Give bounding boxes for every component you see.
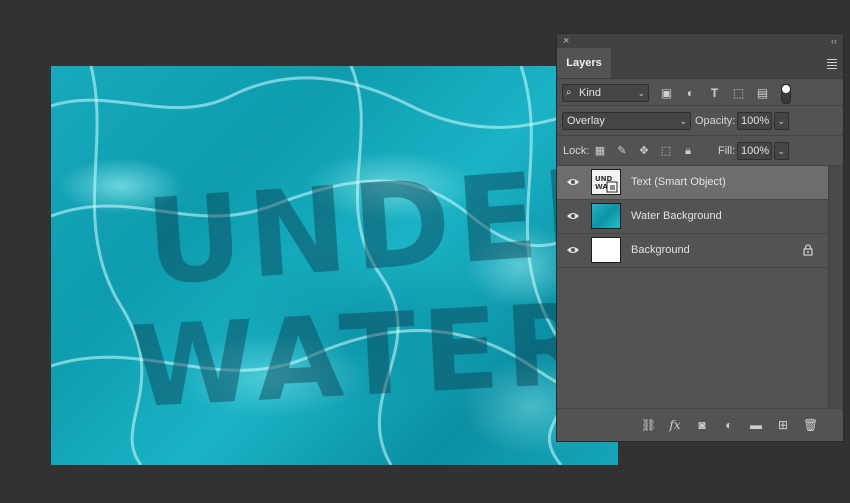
lock-row: Lock: ▦ ✎ ✥ ⬚ 🔒︎ Fill: 100% ⌄	[557, 136, 843, 166]
blend-mode-select[interactable]: Overlay ⌄	[562, 112, 691, 130]
panel-menu-icon[interactable]	[827, 57, 837, 71]
layers-list: UND WA Text (Smart Object) Water Backgrou…	[557, 166, 829, 268]
layer-row[interactable]: UND WA Text (Smart Object)	[557, 166, 829, 200]
opacity-label: Opacity:	[695, 115, 736, 127]
group-folder-icon[interactable]: ▬	[749, 418, 763, 432]
layer-name: Water Background	[631, 210, 722, 222]
opacity-dropdown[interactable]: ⌄	[774, 112, 789, 130]
panel-footer: ⛓︎ fx ◙ ◐ ▬ ⊞ 🗑︎	[557, 408, 843, 441]
filter-toggle-icon[interactable]	[781, 84, 791, 104]
fill-value: 100%	[741, 145, 770, 157]
lock-position-icon[interactable]: ✥	[637, 144, 651, 158]
fill-label: Fill:	[718, 145, 736, 157]
fill-dropdown[interactable]: ⌄	[774, 142, 789, 160]
close-icon[interactable]: ×	[563, 34, 569, 48]
chevron-down-icon: ⌄	[679, 116, 687, 126]
image-filter-icon[interactable]: ▣	[659, 87, 674, 100]
adjustment-filter-icon[interactable]: ◐	[683, 87, 698, 100]
layer-name: Text (Smart Object)	[631, 176, 726, 188]
canvas-text-water: WATER	[129, 279, 601, 433]
svg-text:WA: WA	[595, 183, 608, 191]
chevron-down-icon: ⌄	[637, 88, 645, 98]
filter-kind-select[interactable]: ⌕ Kind ⌄	[562, 84, 649, 102]
panel-tabbar: Layers	[557, 48, 843, 79]
fill-input[interactable]: 100%	[737, 142, 772, 160]
document-canvas[interactable]: UNDER WATER	[51, 66, 618, 465]
type-filter-icon[interactable]: T	[707, 87, 722, 100]
layer-row[interactable]: Background	[557, 234, 829, 268]
filter-row: ⌕ Kind ⌄ ▣ ◐ T ⬚ ▤	[557, 78, 843, 106]
new-layer-icon[interactable]: ⊞	[776, 418, 790, 432]
opacity-input[interactable]: 100%	[737, 112, 772, 130]
canvas-artwork: UNDER WATER	[51, 66, 618, 465]
trash-icon[interactable]: 🗑︎	[803, 418, 818, 432]
tab-layers[interactable]: Layers	[557, 48, 611, 78]
smart-object-filter-icon[interactable]: ▤	[755, 87, 770, 100]
layers-panel: × ‹‹ Layers ⌕ Kind ⌄ ▣ ◐ T ⬚ ▤ Overlay ⌄…	[556, 33, 844, 442]
fx-icon[interactable]: fx	[668, 418, 682, 432]
filter-kind-value: Kind	[579, 87, 602, 99]
background-thumbnail	[591, 237, 621, 263]
blend-mode-value: Overlay	[567, 115, 605, 127]
layer-name: Background	[631, 244, 690, 256]
eye-icon[interactable]	[566, 211, 580, 221]
collapse-icon[interactable]: ‹‹	[831, 34, 837, 48]
eye-icon[interactable]	[566, 245, 580, 255]
lock-artboard-icon[interactable]: ⬚	[659, 144, 673, 158]
opacity-value: 100%	[741, 115, 770, 127]
smart-object-thumbnail: UND WA	[591, 169, 621, 195]
panel-titlebar: × ‹‹	[557, 34, 843, 48]
search-icon: ⌕	[566, 87, 572, 98]
lock-all-icon[interactable]: 🔒︎	[681, 144, 695, 158]
chevron-down-icon: ⌄	[777, 116, 785, 126]
water-thumbnail	[591, 203, 621, 229]
lock-transparency-icon[interactable]: ▦	[593, 144, 607, 158]
lock-label: Lock:	[563, 145, 590, 157]
lock-icon[interactable]	[803, 244, 813, 256]
adjustment-layer-icon[interactable]: ◐	[722, 418, 736, 432]
add-mask-icon[interactable]: ◙	[695, 418, 709, 432]
link-layers-icon[interactable]: ⛓︎	[641, 418, 656, 432]
eye-icon[interactable]	[566, 177, 580, 187]
shape-filter-icon[interactable]: ⬚	[731, 87, 746, 100]
chevron-down-icon: ⌄	[777, 146, 785, 156]
layers-scrollbar[interactable]	[828, 166, 843, 410]
lock-paint-icon[interactable]: ✎	[615, 144, 629, 158]
blend-row: Overlay ⌄ Opacity: 100% ⌄	[557, 106, 843, 136]
layer-row[interactable]: Water Background	[557, 200, 829, 234]
